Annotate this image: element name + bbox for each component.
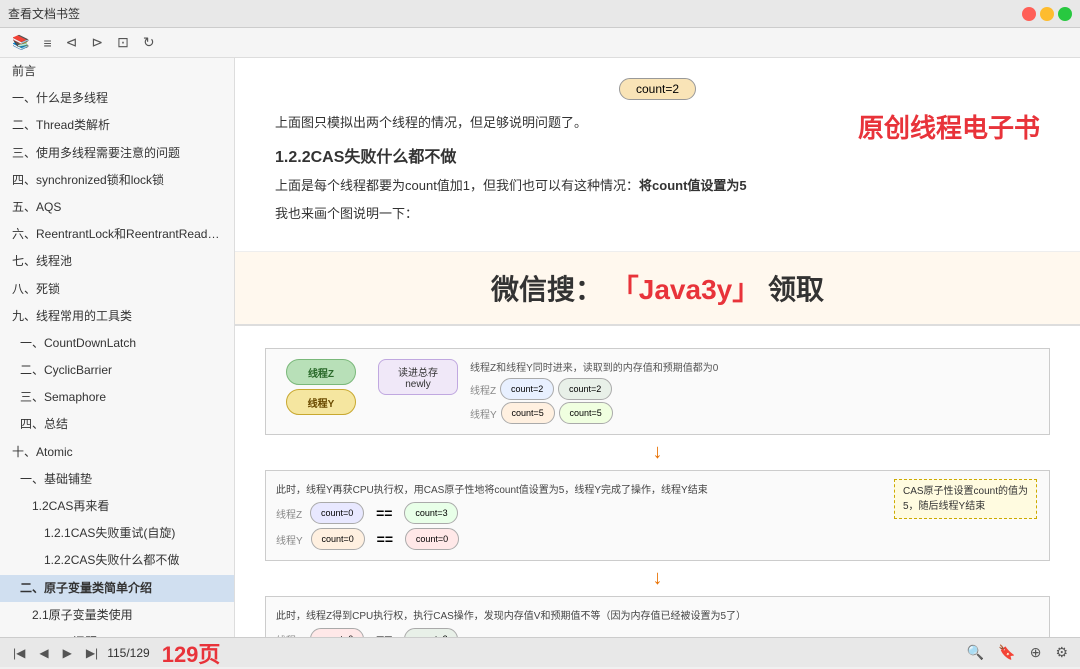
- toc-item-6[interactable]: 六、ReentrantLock和ReentrantReadW...: [0, 221, 234, 248]
- sidebar-toc: 前言一、什么是多线程二、Thread类解析三、使用多线程需要注意的问题四、syn…: [0, 58, 235, 637]
- toc-item-13[interactable]: 四、总结: [0, 411, 234, 438]
- minimize-button[interactable]: [1040, 7, 1054, 21]
- total-pages: 129: [130, 646, 150, 660]
- banner-title: 微信搜： 「Java3y」 领取: [275, 268, 1040, 308]
- toc-item-1[interactable]: 一、什么是多线程: [0, 85, 234, 112]
- toc-item-17[interactable]: 1.2.1CAS失败重试(自旋): [0, 520, 234, 547]
- prev-page-button[interactable]: ◀: [34, 644, 53, 662]
- fit-button[interactable]: ⊡: [113, 32, 133, 53]
- section1-body2: 我也来画个图说明一下：: [275, 203, 1040, 225]
- banner-section: 微信搜： 「Java3y」 领取: [235, 252, 1080, 326]
- top-bar: 查看文档书签: [0, 0, 1080, 28]
- toc-item-12[interactable]: 三、Semaphore: [0, 384, 234, 411]
- arrow1: ↓: [265, 441, 1050, 464]
- cas-diagram-area: 线程Z 线程Y 读进总存newly 线程Z和线程Y同时进来，读取到的内存值和预期…: [235, 326, 1080, 637]
- page-info: 115/129: [107, 646, 150, 660]
- caption-text: 上面图只模拟出两个线程的情况，但足够说明问题了。: [275, 112, 1040, 131]
- toc-button[interactable]: ≡: [39, 33, 55, 53]
- banner-prefix: 微信搜：: [491, 274, 603, 305]
- window-controls: [1022, 7, 1072, 21]
- count-z-step2-1: count=0: [310, 502, 364, 524]
- toc-item-10[interactable]: 一、CountDownLatch: [0, 330, 234, 357]
- count-z-step3-2: count=3: [404, 628, 458, 637]
- bottom-bar: |◀ ◀ ▶ ▶| 115/129 129页 🔍 🔖 ⊕ ⚙: [0, 637, 1080, 667]
- toc-item-11[interactable]: 二、CyclicBarrier: [0, 357, 234, 384]
- share-button[interactable]: ⊕: [1026, 642, 1046, 663]
- arrow2: ↓: [265, 567, 1050, 590]
- toc-item-8[interactable]: 八、死锁: [0, 276, 234, 303]
- cas-note-line1: CAS原子性设置count的值为: [903, 486, 1028, 497]
- settings-button[interactable]: ⚙: [1051, 642, 1072, 663]
- bottom-icons: 🔍 🔖 ⊕ ⚙: [963, 642, 1072, 663]
- search-bottom-button[interactable]: 🔍: [963, 642, 988, 663]
- count-z-step3-1: count=0: [310, 628, 364, 637]
- count-z2: count=2: [558, 378, 612, 400]
- eq-sign2: ==: [377, 531, 393, 547]
- count-z1: count=2: [500, 378, 554, 400]
- count-y-step2-2: count=0: [405, 528, 459, 550]
- toc-item-16[interactable]: 1.2CAS再来看: [0, 493, 234, 520]
- banner-suffix: 领取: [768, 274, 824, 305]
- toc-item-7[interactable]: 七、线程池: [0, 248, 234, 275]
- thread-y-bubble1: 线程Y: [286, 389, 356, 415]
- count-y1: count=5: [501, 402, 555, 424]
- toc-item-18[interactable]: 1.2.2CAS失败什么都不做: [0, 547, 234, 574]
- step3-title: 此时，线程Z得到CPU执行权，执行CAS操作，发现内存值V和预期值不等（因为内存…: [276, 607, 1039, 622]
- last-page-button[interactable]: ▶|: [81, 644, 103, 662]
- first-page-button[interactable]: |◀: [8, 644, 30, 662]
- forward-button[interactable]: ⊳: [87, 32, 107, 53]
- next-page-button[interactable]: ▶: [58, 644, 77, 662]
- step2-section: 此时，线程Y再获CPU执行权，用CAS原子性地将count值设置为5，线程Y完成…: [265, 470, 1050, 561]
- section1-title: 1.2.2CAS失败什么都不做: [275, 143, 1040, 167]
- toc-item-4[interactable]: 四、synchronized锁和lock锁: [0, 167, 234, 194]
- bookmark-button[interactable]: 🔖: [994, 642, 1019, 663]
- toc-item-0[interactable]: 前言: [0, 58, 234, 85]
- toolbar: 📚 ≡ ⊲ ⊳ ⊡ ↻: [0, 28, 1080, 58]
- toc-item-20[interactable]: 2.1原子变量类使用: [0, 602, 234, 629]
- annotation-label: 读进总存newly: [378, 359, 458, 395]
- current-page: 115: [107, 646, 126, 660]
- back-button[interactable]: ⊲: [62, 32, 82, 53]
- count-y2: count=5: [559, 402, 613, 424]
- rotate-button[interactable]: ↻: [139, 32, 159, 53]
- book-icon-button[interactable]: 📚: [8, 32, 33, 53]
- count-y-step2-1: count=0: [311, 528, 365, 550]
- toc-item-5[interactable]: 五、AQS: [0, 194, 234, 221]
- count-z-step2-2: count=3: [404, 502, 458, 524]
- step3-section: 此时，线程Z得到CPU执行权，执行CAS操作，发现内存值V和预期值不等（因为内存…: [265, 596, 1050, 637]
- step1-annotation: 线程Z和线程Y同时进来，读取到的内存值和预期值都为0: [470, 359, 1039, 374]
- toc-item-9[interactable]: 九、线程常用的工具类: [0, 303, 234, 330]
- toc-item-2[interactable]: 二、Thread类解析: [0, 112, 234, 139]
- close-button[interactable]: [1022, 7, 1036, 21]
- count-bubble: count=2: [619, 78, 696, 100]
- toc-item-14[interactable]: 十、Atomic: [0, 439, 234, 466]
- eq-sign: ==: [376, 505, 392, 521]
- section1-body1: 上面是每个线程都要为count值加1，但我们也可以有这种情况：将count值设置…: [275, 175, 1040, 197]
- maximize-button[interactable]: [1058, 7, 1072, 21]
- main-layout: 前言一、什么是多线程二、Thread类解析三、使用多线程需要注意的问题四、syn…: [0, 58, 1080, 637]
- banner-wechat: 「Java3y」: [611, 274, 760, 305]
- toc-item-3[interactable]: 三、使用多线程需要注意的问题: [0, 140, 234, 167]
- toc-item-19[interactable]: 二、原子变量类简单介绍: [0, 575, 234, 602]
- content-area[interactable]: count=2 上面图只模拟出两个线程的情况，但足够说明问题了。 1.2.2CA…: [235, 58, 1080, 637]
- thread-z-bubble1: 线程Z: [286, 359, 356, 385]
- window-title: 查看文档书签: [8, 5, 1022, 22]
- step1-section: 线程Z 线程Y 读进总存newly 线程Z和线程Y同时进来，读取到的内存值和预期…: [265, 348, 1050, 435]
- page-big-label: 129页: [162, 637, 221, 669]
- toc-item-15[interactable]: 一、基础铺垫: [0, 466, 234, 493]
- cas-note: CAS原子性设置count的值为 5，随后线程Y结束: [894, 479, 1037, 519]
- cas-note-line2: 5，随后线程Y结束: [903, 501, 985, 512]
